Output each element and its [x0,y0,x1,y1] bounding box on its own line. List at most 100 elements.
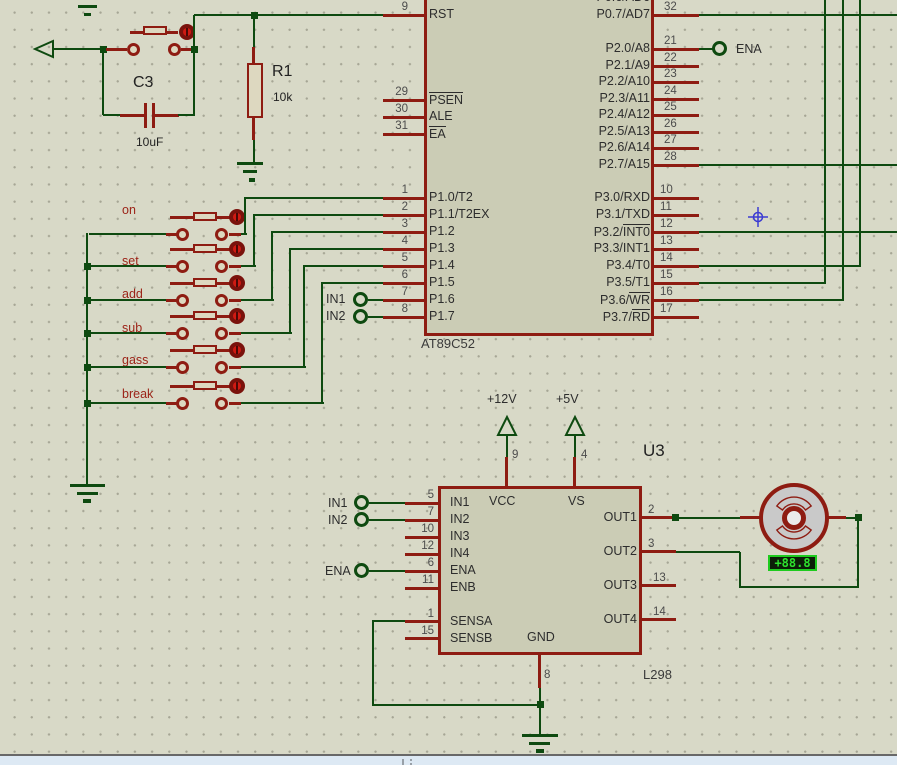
wire [676,517,740,519]
dc-motor[interactable] [759,483,829,553]
wire [372,621,374,706]
mcu-pin-name: P2.1/A9 [606,58,650,73]
mcu-pin-name: P0.6/AD6 [596,0,650,5]
mcu-pin-name: P1.5 [429,275,455,290]
button-add-actuator[interactable] [229,275,245,291]
reset-button-body[interactable] [143,26,167,35]
pin-stub [405,620,438,623]
driver-pin-name: IN2 [450,512,469,527]
wire [369,502,405,504]
wire [372,620,405,622]
pin-number: 22 [664,52,677,64]
button-break-actuator[interactable] [229,378,245,394]
power-arrow-icon[interactable] [564,415,586,437]
pin-stub [654,197,699,200]
pin-number: 23 [664,68,677,80]
pin-stub [654,14,699,17]
driver-pin-name: VS [568,494,585,509]
resistor-body[interactable] [247,63,263,118]
wire [857,518,859,588]
capacitor-ref: C3 [133,75,153,91]
pin-number: 29 [395,86,408,98]
pin-stub [654,81,699,84]
driver-pin-name: OUT3 [604,578,637,593]
button-terminal [215,228,228,241]
input-terminal-arrow-icon[interactable] [33,39,55,59]
button-gass-body[interactable] [193,345,217,354]
ground-symbol [536,749,544,753]
pin-number: 3 [648,538,654,550]
wire [89,265,166,267]
pin-number: 13 [660,235,673,247]
terminal-label-in1: IN1 [328,496,347,511]
button-add-body[interactable] [193,278,217,287]
terminal-in1[interactable] [354,495,369,510]
button-terminal [127,43,140,56]
pin-stub [654,231,699,234]
button-on-body[interactable] [193,212,217,221]
terminal-ena[interactable] [354,563,369,578]
wire [303,265,383,267]
pin-stub [383,14,424,17]
mcu-pin-name: P1.6 [429,292,455,307]
terminal-in2[interactable] [354,512,369,527]
terminal-in1[interactable] [353,292,368,307]
wire [842,0,844,301]
wire [241,332,292,334]
button-set-body[interactable] [193,244,217,253]
mcu-pin-name: P3.0/RXD [594,190,650,205]
motor-speed-display[interactable]: +88.8 [768,555,817,571]
pin-stub [405,536,438,539]
power-arrow-icon[interactable] [496,415,518,437]
partial-ground-symbol [78,5,97,8]
pin-stub [654,164,699,167]
button-gass-actuator[interactable] [229,342,245,358]
terminal-in2[interactable] [353,309,368,324]
pin-number: 15 [421,625,434,637]
button-sub-body[interactable] [193,311,217,320]
wire [303,266,305,367]
partial-ground-symbol [84,13,91,16]
mcu-pin-name: P3.5/T1 [606,275,650,290]
terminal-label-in2: IN2 [328,513,347,528]
terminal-ena[interactable] [712,41,727,56]
ground-symbol [77,492,98,495]
wire [824,0,826,284]
crosshair-cursor-icon [746,205,770,229]
wire [253,215,255,266]
driver-pin-name: IN4 [450,546,469,561]
pin-stub [383,299,424,302]
capacitor-plate[interactable] [144,103,147,128]
button-break-body[interactable] [193,381,217,390]
mcu-pin-name: RST [429,7,454,22]
pin-stub [405,502,438,505]
motor-shaft [782,506,806,530]
pin-stub [573,457,576,487]
mcu-pin-name: P0.7/AD7 [596,7,650,22]
button-terminal [215,361,228,374]
pin-stub [642,584,676,587]
pin-number: 28 [664,151,677,163]
statusbar-mark [402,759,404,765]
pin-number: 17 [660,303,673,315]
button-terminal [176,361,189,374]
wire [89,332,166,334]
wire [241,366,306,368]
button-set-actuator[interactable] [229,241,245,257]
wire [241,299,274,301]
button-terminal [215,260,228,273]
schematic-canvas: C3 10uF R1 10k on set add [0,0,897,765]
button-sub-actuator[interactable] [229,308,245,324]
pin-stub [654,214,699,217]
driver-pin-name: OUT4 [604,612,637,627]
pin-stub [654,299,699,302]
pin-number: 21 [664,35,677,47]
pin-stub [642,516,676,519]
pin-number: 26 [664,118,677,130]
button-on-actuator[interactable] [229,209,245,225]
pin-stub [642,550,676,553]
mcu-pin-name: P2.2/A10 [599,74,650,89]
mcu-pin-name: P3.4/T0 [606,258,650,273]
pin-number: 8 [544,669,550,681]
mcu-pin-name: P2.4/A12 [599,107,650,122]
